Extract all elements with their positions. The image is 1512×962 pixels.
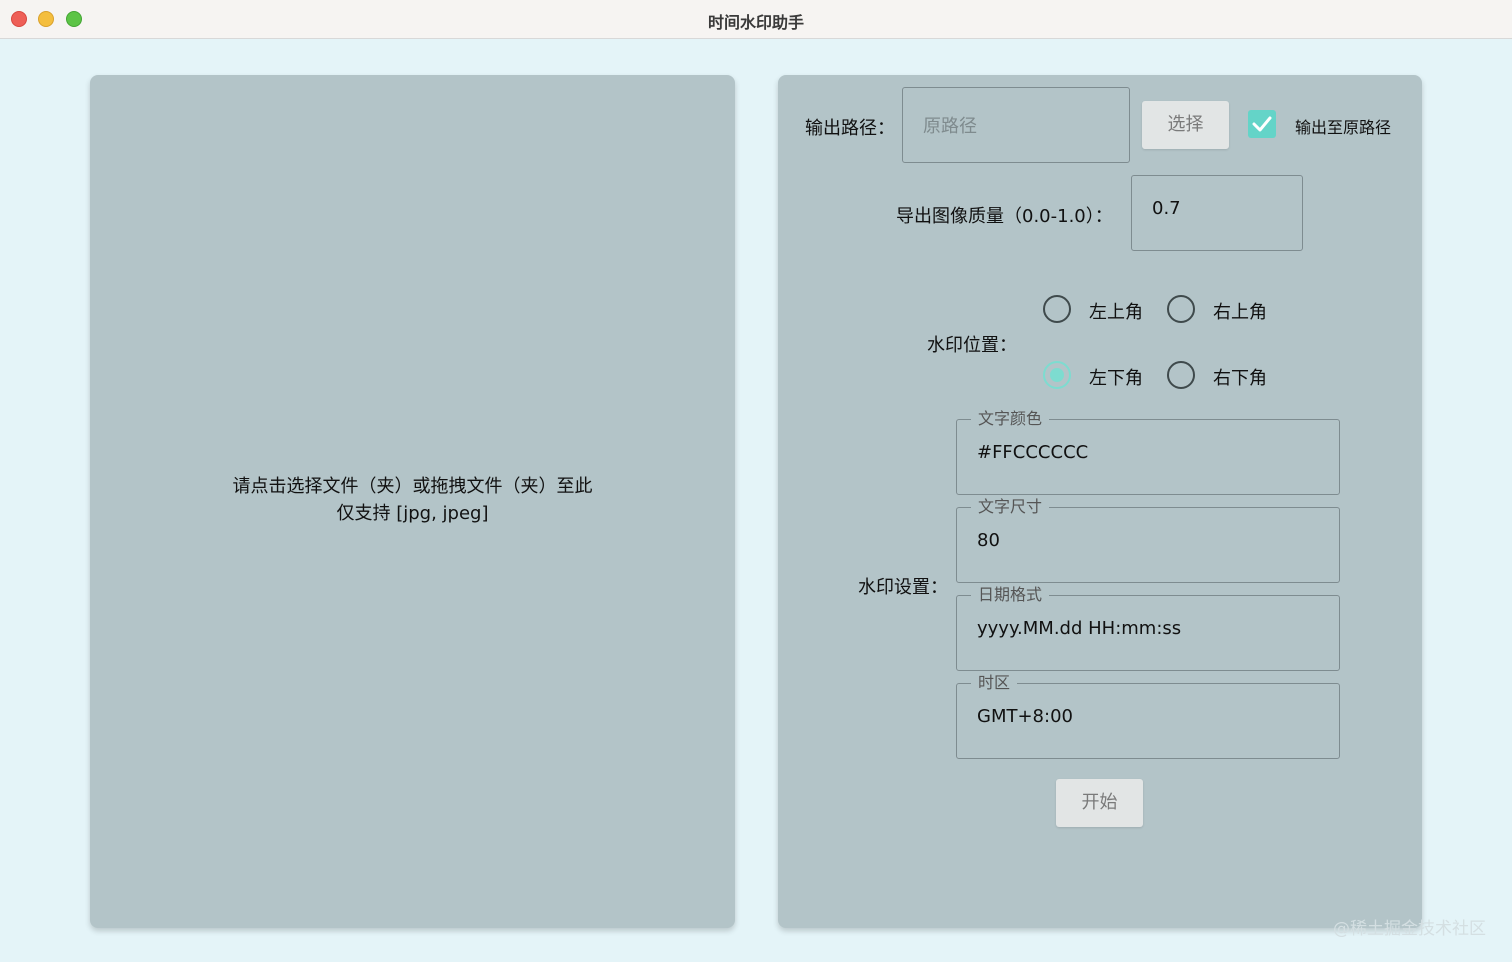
window-title: 时间水印助手 xyxy=(707,13,804,32)
output-to-original-checkbox[interactable] xyxy=(1248,110,1276,138)
radio-top-left[interactable] xyxy=(1043,295,1071,323)
text-size-field[interactable]: 文字尺寸 80 xyxy=(956,496,1340,583)
radio-top-right-label[interactable]: 右上角 xyxy=(1213,298,1267,324)
site-watermark: @稀土掘金技术社区 xyxy=(1333,919,1486,939)
position-label: 水印位置： xyxy=(927,335,1017,356)
date-format-field[interactable]: 日期格式 yyyy.MM.dd HH:mm:ss xyxy=(956,584,1340,671)
timezone-field[interactable]: 时区 GMT+8:00 xyxy=(956,672,1340,759)
title-bar: 时间水印助手 xyxy=(0,0,1512,39)
output-to-original-label: 输出至原路径 xyxy=(1295,118,1392,137)
output-path-placeholder: 原路径 xyxy=(923,116,977,137)
quality-input[interactable]: 0.7 xyxy=(1131,175,1303,251)
radio-bottom-right[interactable] xyxy=(1167,361,1195,389)
drop-hint: 请点击选择文件（夹）或拖拽文件（夹）至此 仅支持 [jpg, jpeg] xyxy=(90,473,735,527)
output-path-label: 输出路径： xyxy=(805,118,895,139)
radio-top-right[interactable] xyxy=(1167,295,1195,323)
text-color-field[interactable]: 文字颜色 #FFCCCCCC xyxy=(956,408,1340,495)
radio-bottom-right-label[interactable]: 右下角 xyxy=(1213,364,1267,390)
text-size-value: 80 xyxy=(977,530,1000,551)
drop-hint-line1: 请点击选择文件（夹）或拖拽文件（夹）至此 xyxy=(232,476,593,497)
text-color-legend: 文字颜色 xyxy=(971,408,1050,430)
text-color-value: #FFCCCCCC xyxy=(977,442,1089,463)
radio-bottom-left[interactable] xyxy=(1043,361,1071,389)
timezone-legend: 时区 xyxy=(971,672,1018,694)
quality-label: 导出图像质量（0.0-1.0）： xyxy=(896,206,1113,227)
drop-hint-line2: 仅支持 [jpg, jpeg] xyxy=(336,503,489,524)
text-size-legend: 文字尺寸 xyxy=(971,496,1050,518)
quality-value: 0.7 xyxy=(1152,198,1181,219)
choose-path-button[interactable]: 选择 xyxy=(1142,101,1229,149)
settings-panel: 输出路径： 原路径 选择 输出至原路径 导出图像质量（0.0-1.0）： 0.7… xyxy=(778,75,1422,928)
watermark-settings-label: 水印设置： xyxy=(858,577,948,598)
timezone-value: GMT+8:00 xyxy=(977,706,1073,727)
radio-top-left-label[interactable]: 左上角 xyxy=(1089,298,1143,324)
start-button[interactable]: 开始 xyxy=(1056,779,1143,827)
date-format-legend: 日期格式 xyxy=(971,584,1050,606)
date-format-value: yyyy.MM.dd HH:mm:ss xyxy=(977,618,1182,639)
file-drop-area[interactable]: 请点击选择文件（夹）或拖拽文件（夹）至此 仅支持 [jpg, jpeg] xyxy=(90,75,735,928)
output-path-input[interactable]: 原路径 xyxy=(902,87,1130,163)
radio-bottom-left-label[interactable]: 左下角 xyxy=(1089,364,1143,390)
checkmark-icon xyxy=(1252,116,1272,132)
